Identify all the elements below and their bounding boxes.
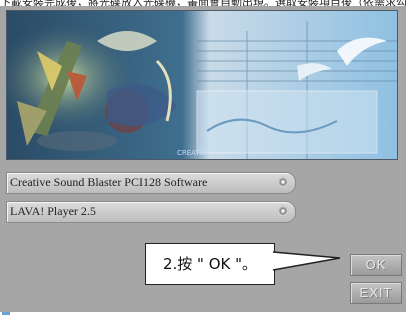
banner-logo: CREATIVE xyxy=(177,149,211,157)
instruction-callout: 2.按 " OK "。 xyxy=(145,243,275,285)
banner-artwork: CREATIVE xyxy=(7,11,397,159)
component-label: LAVA! Player 2.5 xyxy=(10,204,96,218)
page-bottom xyxy=(0,312,406,316)
corner-mark xyxy=(2,312,10,315)
component-item-sound-blaster[interactable]: Creative Sound Blaster PCI128 Software xyxy=(6,172,296,194)
disc-icon xyxy=(277,176,289,188)
ok-button[interactable]: OK xyxy=(350,254,402,276)
installer-banner: CREATIVE xyxy=(6,10,398,160)
disc-icon xyxy=(277,205,289,217)
exit-button[interactable]: EXIT xyxy=(350,282,402,304)
callout-pointer-arrow xyxy=(272,251,341,271)
component-label: Creative Sound Blaster PCI128 Software xyxy=(10,175,208,189)
component-list: Creative Sound Blaster PCI128 Software L… xyxy=(6,172,296,230)
component-item-lava-player[interactable]: LAVA! Player 2.5 xyxy=(6,201,296,223)
